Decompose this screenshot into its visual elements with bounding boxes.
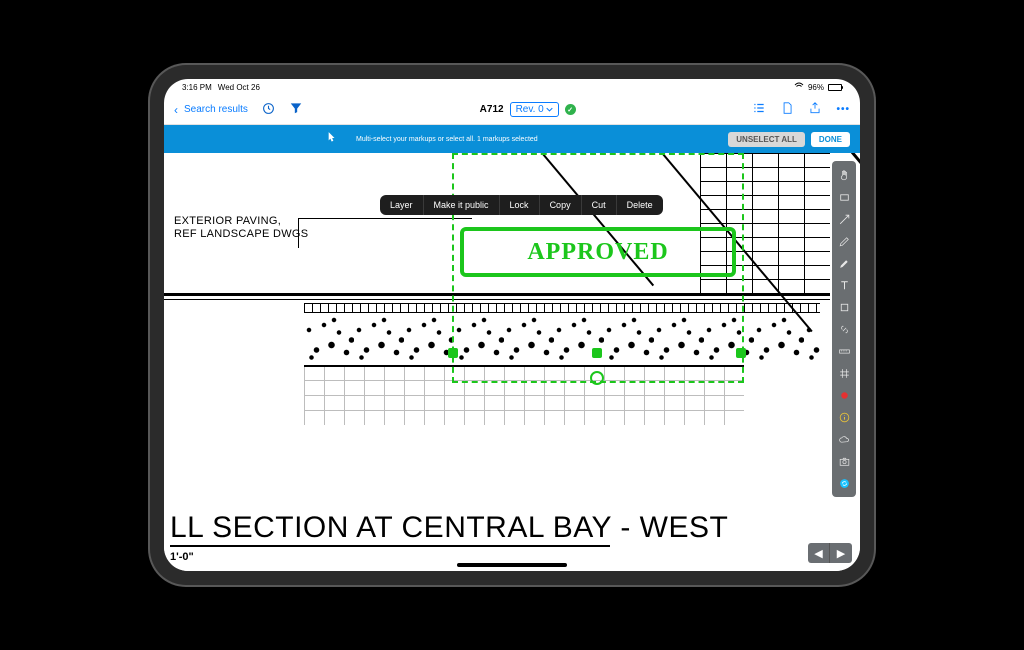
- battery-percent: 96%: [808, 83, 824, 92]
- screen: 3:16 PM Wed Oct 26 96% ‹ Search results: [164, 79, 860, 571]
- wifi-icon: [794, 82, 804, 92]
- multiselect-message: Multi-select your markups or select all.…: [356, 136, 538, 143]
- arrow-tool-icon[interactable]: [834, 209, 854, 229]
- ctx-layer[interactable]: Layer: [380, 195, 424, 215]
- list-icon[interactable]: [752, 101, 766, 118]
- tile-hatch: [304, 303, 820, 313]
- document-icon[interactable]: [780, 101, 794, 118]
- recent-icon[interactable]: [262, 102, 275, 118]
- drawing-line: [304, 365, 744, 367]
- link-tool-icon[interactable]: [834, 319, 854, 339]
- ruler-tool-icon[interactable]: [834, 341, 854, 361]
- pointer-icon: [324, 131, 338, 147]
- highlighter-tool-icon[interactable]: [834, 253, 854, 273]
- page-nav: ◀ ▶: [808, 543, 852, 563]
- status-date: Wed Oct 26: [218, 83, 260, 92]
- cloud-tool-icon[interactable]: [834, 429, 854, 449]
- ctx-lock[interactable]: Lock: [500, 195, 540, 215]
- leader-line: [298, 218, 299, 248]
- rotation-handle[interactable]: [590, 371, 604, 385]
- ctx-make-public[interactable]: Make it public: [424, 195, 500, 215]
- filter-icon[interactable]: [289, 101, 303, 118]
- next-page-button[interactable]: ▶: [830, 543, 852, 563]
- back-chevron-icon[interactable]: ‹: [174, 103, 178, 117]
- pen-tool-icon[interactable]: [834, 231, 854, 251]
- share-icon[interactable]: [808, 101, 822, 118]
- battery-icon: [828, 84, 842, 91]
- hash-tool-icon[interactable]: [834, 363, 854, 383]
- status-time: 3:16 PM: [182, 83, 212, 92]
- camera-tool-icon[interactable]: [834, 451, 854, 471]
- rect-tool-icon[interactable]: [834, 187, 854, 207]
- drawing-scale: 1'-0": [170, 551, 194, 563]
- text-tool-icon[interactable]: [834, 275, 854, 295]
- markup-toolbar: [832, 161, 856, 497]
- selection-handle[interactable]: [736, 348, 746, 358]
- app-nav-bar: ‹ Search results A712 Rev. 0 ✓: [164, 95, 860, 125]
- drawing-line: [164, 293, 830, 296]
- hand-tool-icon[interactable]: [834, 165, 854, 185]
- tablet-frame: 3:16 PM Wed Oct 26 96% ‹ Search results: [150, 65, 874, 585]
- chevron-down-icon: [546, 106, 553, 113]
- more-icon[interactable]: •••: [836, 104, 850, 115]
- title-underline: [170, 545, 610, 547]
- multiselect-bar: Multi-select your markups or select all.…: [164, 125, 860, 153]
- selection-handle[interactable]: [448, 348, 458, 358]
- ctx-delete[interactable]: Delete: [617, 195, 663, 215]
- context-menu: Layer Make it public Lock Copy Cut Delet…: [380, 195, 663, 215]
- revision-dropdown[interactable]: Rev. 0: [510, 102, 559, 117]
- stamp-label: APPROVED: [527, 239, 668, 266]
- leader-line: [298, 218, 472, 219]
- drawing-note: EXTERIOR PAVING,REF LANDSCAPE DWGS: [174, 215, 308, 241]
- document-id: A712: [480, 104, 504, 115]
- home-indicator: [457, 563, 567, 567]
- approved-stamp[interactable]: APPROVED: [460, 227, 736, 277]
- ctx-copy[interactable]: Copy: [540, 195, 582, 215]
- floor-hatch: [304, 365, 744, 425]
- verified-icon: ✓: [565, 104, 576, 115]
- record-tool-icon[interactable]: [834, 385, 854, 405]
- drawing-title: LL SECTION AT CENTRAL BAY - WEST: [170, 511, 728, 545]
- status-bar: 3:16 PM Wed Oct 26 96%: [164, 79, 860, 95]
- prev-page-button[interactable]: ◀: [808, 543, 830, 563]
- info-tool-icon[interactable]: [834, 407, 854, 427]
- unselect-all-button[interactable]: UNSELECT ALL: [728, 132, 805, 147]
- back-label[interactable]: Search results: [184, 104, 248, 115]
- done-button[interactable]: DONE: [811, 132, 850, 147]
- revision-label: Rev. 0: [516, 104, 544, 115]
- shape-tool-icon[interactable]: [834, 297, 854, 317]
- selection-handle[interactable]: [592, 348, 602, 358]
- drawing-canvas[interactable]: EXTERIOR PAVING,REF LANDSCAPE DWGS LL SE…: [164, 153, 860, 571]
- ctx-cut[interactable]: Cut: [582, 195, 617, 215]
- drawing-line: [164, 299, 830, 300]
- sync-tool-icon[interactable]: [834, 473, 854, 493]
